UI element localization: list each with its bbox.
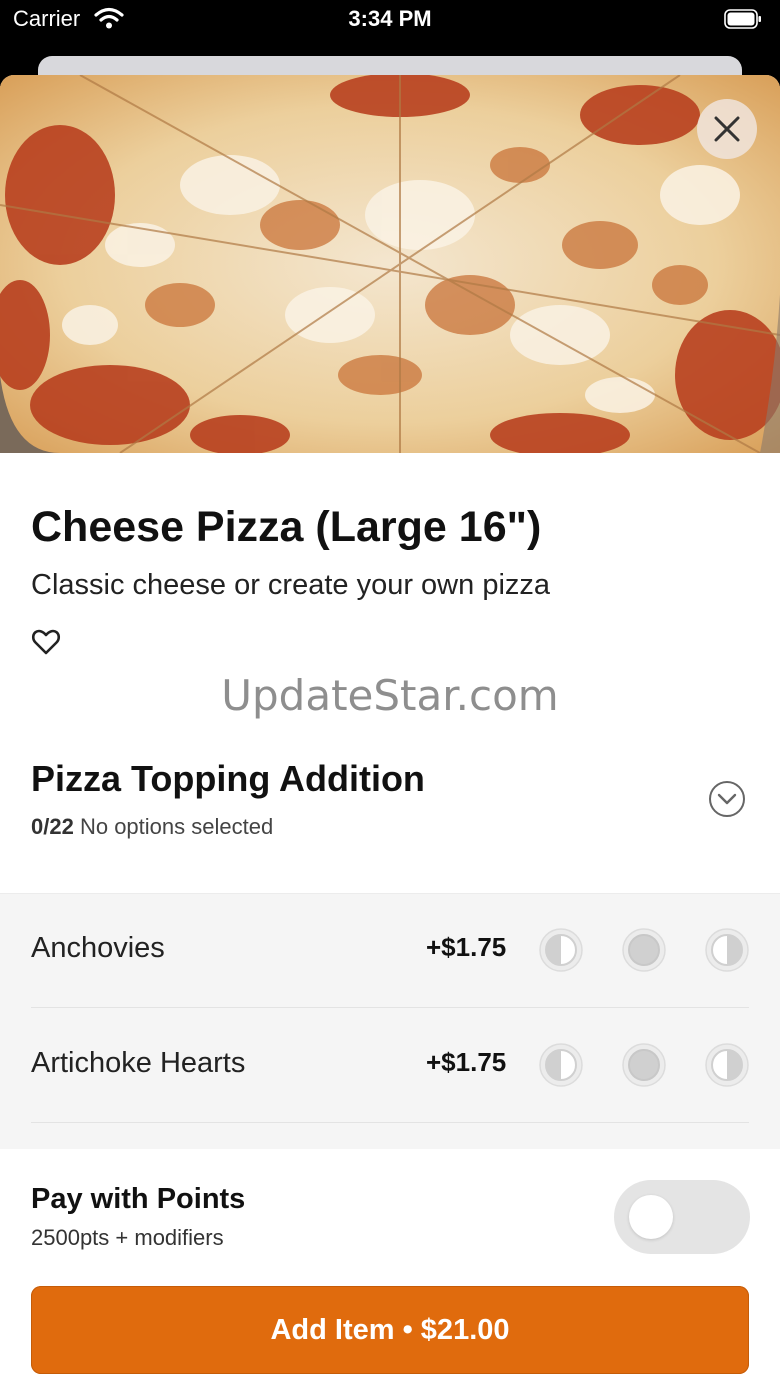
- option-price: +$1.75: [426, 1047, 507, 1077]
- toggle-knob: [629, 1195, 673, 1239]
- battery-icon: [724, 9, 761, 29]
- status-bar: Carrier 3:34 PM: [0, 0, 780, 40]
- pay-with-points-title: Pay with Points: [31, 1183, 246, 1215]
- whole-icon[interactable]: [622, 928, 666, 972]
- modifier-group-status: 0/22 No options selected: [31, 814, 273, 840]
- item-description: Classic cheese or create your own pizza: [31, 569, 551, 601]
- chevron-down-icon[interactable]: [708, 780, 746, 818]
- pay-with-points-subtitle: 2500pts + modifiers: [31, 1225, 224, 1250]
- option-name: Anchovies: [31, 932, 165, 964]
- item-detail-sheet: Cheese Pizza (Large 16") Classic cheese …: [0, 75, 780, 1387]
- left-half-icon[interactable]: [539, 928, 583, 972]
- item-photo: [0, 75, 780, 453]
- selection-status: No options selected: [79, 814, 274, 839]
- option-row-artichoke-hearts[interactable]: Artichoke Hearts +$1.75: [31, 1009, 749, 1123]
- option-name: Artichoke Hearts: [31, 1047, 246, 1079]
- right-half-icon[interactable]: [705, 928, 749, 972]
- add-item-button[interactable]: Add Item • $21.00: [31, 1286, 749, 1374]
- left-half-icon[interactable]: [539, 1043, 583, 1087]
- whole-icon[interactable]: [622, 1043, 666, 1087]
- heart-icon[interactable]: [31, 628, 61, 656]
- watermark: UpdateStar.com: [221, 671, 559, 720]
- pay-with-points-toggle[interactable]: [614, 1180, 750, 1254]
- option-row-anchovies[interactable]: Anchovies +$1.75: [31, 894, 749, 1008]
- close-button[interactable]: [697, 99, 757, 159]
- right-half-icon[interactable]: [705, 1043, 749, 1087]
- close-icon: [714, 116, 740, 142]
- screen: Carrier 3:34 PM Cheese Pizza (Large 16")…: [0, 0, 780, 1387]
- row-divider: [31, 1122, 749, 1123]
- row-divider: [31, 1007, 749, 1008]
- item-title: Cheese Pizza (Large 16"): [31, 503, 542, 551]
- footer-panel: Pay with Points 2500pts + modifiers Add …: [0, 1149, 780, 1387]
- option-price: +$1.75: [426, 932, 507, 962]
- modifier-group-title[interactable]: Pizza Topping Addition: [31, 758, 425, 800]
- status-time: 3:34 PM: [348, 6, 432, 31]
- selected-count: 0/22: [31, 814, 74, 839]
